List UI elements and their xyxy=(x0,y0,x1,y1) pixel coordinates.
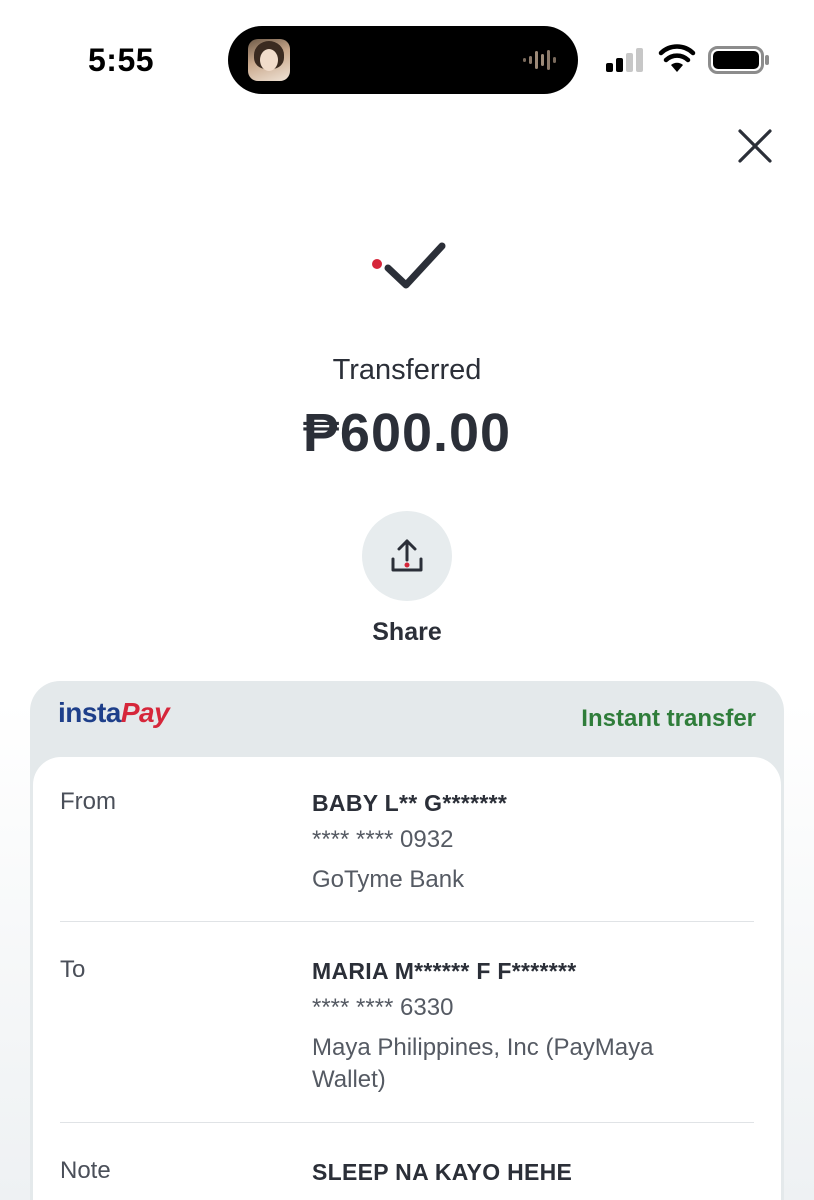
sender-bank: GoTyme Bank xyxy=(312,866,465,893)
status-time: 5:55 xyxy=(88,42,155,78)
audio-waveform-icon xyxy=(523,50,556,70)
status-bar: 5:55 xyxy=(0,0,814,110)
divider xyxy=(60,1122,754,1123)
recipient-bank: Maya Philippines, Inc (PayMaya Wallet) xyxy=(312,1034,654,1093)
dynamic-island[interactable] xyxy=(228,26,578,94)
share-label: Share xyxy=(372,618,442,646)
transfer-receipt-screen: 5:55 Transferred ₱600.00 Share instaPay … xyxy=(0,0,814,1200)
sender-account: **** **** 0932 xyxy=(312,826,454,853)
share-upload-icon xyxy=(391,539,423,572)
from-values: BABY L** G******* **** **** 0932 GoTyme … xyxy=(312,788,702,896)
divider xyxy=(60,921,754,922)
recipient-account: **** **** 6330 xyxy=(312,994,454,1021)
instapay-logo: instaPay xyxy=(58,697,170,728)
to-values: MARIA M****** F F******* **** **** 6330 … xyxy=(312,956,702,1096)
wifi-icon xyxy=(658,44,696,72)
transfer-details-card: instaPay Instant transfer From BABY L** … xyxy=(30,681,784,1200)
sender-name: BABY L** G******* xyxy=(312,790,508,816)
note-values: SLEEP NA KAYO HEHE xyxy=(312,1157,702,1187)
cellular-signal-icon xyxy=(606,48,643,72)
close-icon[interactable] xyxy=(733,124,777,168)
checkmark-icon xyxy=(372,242,446,289)
to-label: To xyxy=(60,956,86,983)
transfer-type-label: Instant transfer xyxy=(581,705,756,732)
status-label: Transferred xyxy=(332,354,482,386)
card-header: instaPay Instant transfer xyxy=(30,681,784,757)
live-activity-avatar xyxy=(248,39,290,81)
note-label: Note xyxy=(60,1157,111,1184)
recipient-name: MARIA M****** F F******* xyxy=(312,958,577,984)
from-label: From xyxy=(60,788,116,815)
transfer-amount: ₱600.00 xyxy=(302,403,512,463)
share-button[interactable] xyxy=(362,511,452,601)
card-body: From BABY L** G******* **** **** 0932 Go… xyxy=(33,757,781,1200)
battery-icon xyxy=(708,46,769,74)
note-text: SLEEP NA KAYO HEHE xyxy=(312,1159,573,1185)
